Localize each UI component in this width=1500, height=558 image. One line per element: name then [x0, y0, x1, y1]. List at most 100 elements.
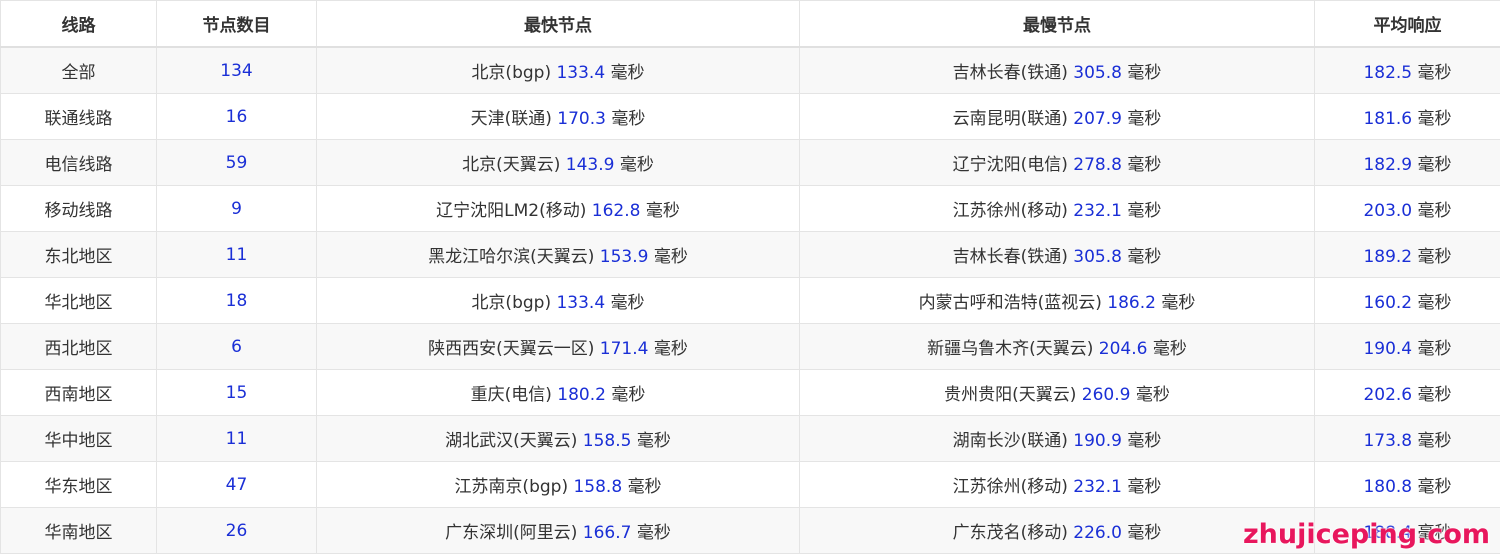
unit-label: 毫秒	[636, 523, 671, 543]
average-ms: 181.6	[1363, 109, 1413, 129]
unit-label: 毫秒	[1127, 63, 1162, 83]
fastest-cell: 广东深圳(阿里云) 166.7 毫秒	[316, 507, 800, 554]
line-cell: 华东地区	[0, 461, 157, 508]
average-cell: 180.8 毫秒	[1314, 461, 1500, 508]
slowest-cell: 湖南长沙(联通) 190.9 毫秒	[799, 415, 1315, 462]
fastest-node-name: 北京(bgp)	[471, 63, 552, 83]
table-row: 电信线路 59 北京(天翼云) 143.9 毫秒 辽宁沈阳(电信) 278.8 毫秒 1…	[0, 139, 1500, 186]
slowest-node-name: 吉林长春(铁通)	[952, 247, 1068, 267]
node-count: 18	[225, 290, 248, 311]
fastest-node-ms: 153.9	[599, 247, 649, 267]
average-ms: 182.5	[1363, 63, 1413, 83]
table-row: 华北地区 18 北京(bgp) 133.4 毫秒 内蒙古呼和浩特(蓝视云) 186.2…	[0, 277, 1500, 324]
node-count: 11	[225, 244, 248, 265]
table-row: 联通线路 16 天津(联通) 170.3 毫秒 云南昆明(联通) 207.9 毫秒 18…	[0, 93, 1500, 140]
fastest-cell: 江苏南京(bgp) 158.8 毫秒	[316, 461, 800, 508]
slowest-node-ms: 305.8	[1073, 63, 1122, 83]
slowest-node-name: 贵州贵阳(天翼云)	[944, 385, 1077, 405]
fastest-node-name: 北京(天翼云)	[462, 155, 561, 175]
line-label: 华北地区	[44, 293, 113, 313]
line-cell: 西北地区	[0, 323, 157, 370]
slowest-node-ms: 232.1	[1073, 201, 1122, 221]
unit-label: 毫秒	[610, 63, 645, 83]
slowest-node-name: 辽宁沈阳(电信)	[952, 155, 1068, 175]
average-cell: 189.2 毫秒	[1314, 231, 1500, 278]
count-cell: 134	[156, 46, 317, 94]
count-cell: 9	[156, 185, 317, 232]
count-cell: 11	[156, 231, 317, 278]
line-cell: 移动线路	[0, 185, 157, 232]
line-label: 西北地区	[44, 339, 113, 359]
table-row: 西南地区 15 重庆(电信) 180.2 毫秒 贵州贵阳(天翼云) 260.9 毫秒 2…	[0, 369, 1500, 416]
unit-label: 毫秒	[1135, 385, 1170, 405]
average-ms: 202.6	[1363, 385, 1413, 405]
fastest-cell: 天津(联通) 170.3 毫秒	[316, 93, 800, 140]
fastest-node-name: 北京(bgp)	[471, 293, 552, 313]
line-cell: 联通线路	[0, 93, 157, 140]
table-row: 华东地区 47 江苏南京(bgp) 158.8 毫秒 江苏徐州(移动) 232.1 毫…	[0, 461, 1500, 508]
average-ms: 190.4	[1363, 339, 1413, 359]
unit-label: 毫秒	[1127, 247, 1162, 267]
line-label: 电信线路	[44, 155, 113, 175]
fastest-node-name: 广东深圳(阿里云)	[445, 523, 578, 543]
average-cell: 181.6 毫秒	[1314, 93, 1500, 140]
line-label: 全部	[61, 63, 96, 83]
fastest-node-ms: 158.8	[573, 477, 623, 497]
line-cell: 西南地区	[0, 369, 157, 416]
average-cell: 182.9 毫秒	[1314, 139, 1500, 186]
fastest-node-ms: 166.7	[582, 523, 632, 543]
count-cell: 59	[156, 139, 317, 186]
unit-label: 毫秒	[1127, 155, 1162, 175]
fastest-node-ms: 158.5	[582, 431, 632, 451]
unit-label: 毫秒	[645, 201, 680, 221]
node-count: 15	[225, 382, 248, 403]
node-count: 11	[225, 428, 248, 449]
unit-label: 毫秒	[611, 385, 646, 405]
fastest-cell: 重庆(电信) 180.2 毫秒	[316, 369, 800, 416]
fastest-node-name: 陕西西安(天翼云一区)	[428, 339, 595, 359]
fastest-node-name: 辽宁沈阳LM2(移动)	[436, 201, 587, 221]
fastest-cell: 辽宁沈阳LM2(移动) 162.8 毫秒	[316, 185, 800, 232]
slowest-cell: 云南昆明(联通) 207.9 毫秒	[799, 93, 1315, 140]
line-cell: 电信线路	[0, 139, 157, 186]
slowest-cell: 江苏徐州(移动) 232.1 毫秒	[799, 185, 1315, 232]
fastest-cell: 北京(bgp) 133.4 毫秒	[316, 277, 800, 324]
fastest-cell: 北京(天翼云) 143.9 毫秒	[316, 139, 800, 186]
average-cell: 182.5 毫秒	[1314, 46, 1500, 94]
fastest-cell: 陕西西安(天翼云一区) 171.4 毫秒	[316, 323, 800, 370]
unit-label: 毫秒	[1152, 339, 1187, 359]
average-cell: 160.2 毫秒	[1314, 277, 1500, 324]
fastest-node-ms: 162.8	[591, 201, 641, 221]
unit-label: 毫秒	[1127, 477, 1162, 497]
unit-label: 毫秒	[627, 477, 662, 497]
site-watermark: zhujiceping.com	[1242, 519, 1490, 550]
slowest-node-name: 江苏徐州(移动)	[952, 477, 1068, 497]
fastest-cell: 北京(bgp) 133.4 毫秒	[316, 46, 800, 94]
line-label: 移动线路	[44, 201, 113, 221]
slowest-node-name: 吉林长春(铁通)	[952, 63, 1068, 83]
slowest-cell: 辽宁沈阳(电信) 278.8 毫秒	[799, 139, 1315, 186]
line-cell: 华南地区	[0, 507, 157, 554]
slowest-node-name: 广东茂名(移动)	[952, 523, 1068, 543]
slowest-node-ms: 226.0	[1073, 523, 1122, 543]
fastest-node-ms: 171.4	[599, 339, 649, 359]
fastest-cell: 湖北武汉(天翼云) 158.5 毫秒	[316, 415, 800, 462]
average-ms: 203.0	[1363, 201, 1413, 221]
table-row: 东北地区 11 黑龙江哈尔滨(天翼云) 153.9 毫秒 吉林长春(铁通) 305.8…	[0, 231, 1500, 278]
line-label: 华中地区	[44, 431, 113, 451]
unit-label: 毫秒	[1417, 247, 1452, 267]
unit-label: 毫秒	[1161, 293, 1196, 313]
fastest-node-ms: 170.3	[557, 109, 606, 129]
unit-label: 毫秒	[1417, 385, 1452, 405]
average-cell: 202.6 毫秒	[1314, 369, 1500, 416]
slowest-cell: 贵州贵阳(天翼云) 260.9 毫秒	[799, 369, 1315, 416]
average-ms: 180.8	[1363, 477, 1413, 497]
fastest-node-ms: 133.4	[556, 293, 606, 313]
average-ms: 173.8	[1363, 431, 1413, 451]
unit-label: 毫秒	[1417, 201, 1452, 221]
slowest-node-ms: 232.1	[1073, 477, 1122, 497]
fastest-node-name: 黑龙江哈尔滨(天翼云)	[428, 247, 595, 267]
average-cell: 203.0 毫秒	[1314, 185, 1500, 232]
fastest-node-name: 江苏南京(bgp)	[454, 477, 569, 497]
slowest-node-ms: 278.8	[1073, 155, 1122, 175]
